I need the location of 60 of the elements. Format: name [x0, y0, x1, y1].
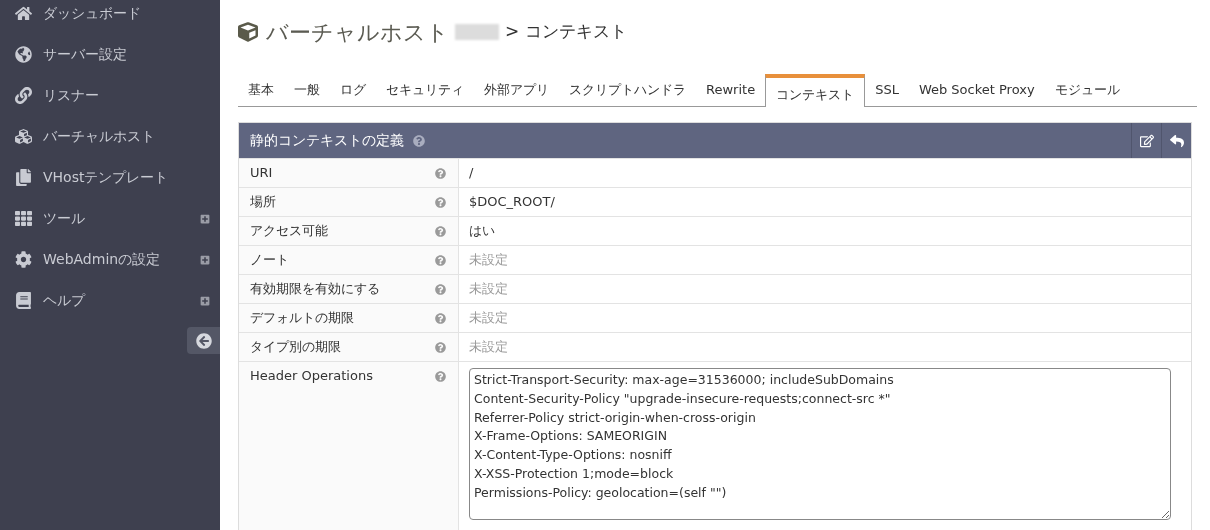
book-icon: [14, 292, 32, 309]
tab[interactable]: ログ: [330, 73, 376, 106]
tab[interactable]: スクリプトハンドラ: [559, 73, 696, 106]
field-label: タイプ別の期限: [250, 339, 341, 355]
settings-icon: [14, 251, 32, 268]
sidebar-item[interactable]: WebAdminの設定: [0, 239, 220, 280]
help-icon[interactable]: [435, 226, 446, 237]
help-icon[interactable]: [435, 168, 446, 179]
tab[interactable]: SSL: [865, 73, 909, 106]
expand-icon[interactable]: [200, 295, 210, 306]
sidebar-item[interactable]: VHostテンプレート: [0, 157, 220, 198]
help-icon[interactable]: [435, 313, 446, 324]
reply-arrow-icon: [1169, 133, 1184, 148]
cubes-icon: [14, 128, 32, 145]
sidebar-item[interactable]: ツール: [0, 198, 220, 239]
header-operations-field[interactable]: Strict-Transport-Security: max-age=31536000; includeSubDomains Content-Security-Policy "upgrade-insecure-requests;connect-src *" Referrer-Policy strict-origin-when-cross-origin X-Frame-Options: SAMEORIGIN X-Content-Type-Options: nosniff X-XSS-Protection 1;mode=block Permissions-Policy: geolocation=(self ""): [469, 368, 1171, 520]
tab[interactable]: 基本: [238, 73, 284, 106]
field-value: /: [469, 165, 474, 180]
sidebar-item[interactable]: ヘルプ: [0, 280, 220, 321]
home-icon: [14, 5, 32, 22]
tab[interactable]: モジュール: [1044, 73, 1130, 106]
panel-title: 静的コンテキストの定義: [250, 131, 404, 150]
sidebar-item[interactable]: ダッシュボード: [0, 0, 220, 34]
expand-icon[interactable]: [200, 213, 210, 224]
field-label: URI: [250, 165, 273, 181]
tab[interactable]: 一般: [284, 73, 330, 106]
expand-icon[interactable]: [200, 254, 210, 265]
grid-icon: [14, 210, 32, 227]
tab[interactable]: Rewrite: [696, 73, 766, 106]
globe-icon: [14, 46, 32, 63]
edit-icon: [1139, 133, 1154, 148]
page-title: バーチャルホスト: [266, 18, 449, 47]
chain-link-icon: [14, 87, 32, 104]
tab[interactable]: セキュリティ: [376, 73, 474, 106]
copy-icon: [14, 169, 32, 186]
sidebar-item[interactable]: バーチャルホスト: [0, 116, 220, 157]
tab[interactable]: 外部アプリ: [474, 73, 559, 106]
help-icon[interactable]: [435, 255, 446, 266]
field-label: アクセス可能: [250, 223, 328, 239]
cube-icon: [238, 22, 258, 42]
help-icon[interactable]: [435, 342, 446, 353]
help-icon[interactable]: [435, 371, 446, 382]
tab[interactable]: Web Socket Proxy: [908, 73, 1045, 106]
field-label: Header Operations: [250, 368, 373, 384]
field-label: デフォルトの期限: [250, 310, 354, 326]
arrow-left-icon: [195, 332, 212, 349]
collapse-sidebar-button[interactable]: [187, 327, 220, 354]
sidebar-item[interactable]: サーバー設定: [0, 34, 220, 75]
tab[interactable]: コンテキスト: [765, 74, 866, 107]
field-label: 場所: [250, 194, 276, 210]
field-label: 有効期限を有効にする: [250, 281, 380, 297]
help-icon[interactable]: [435, 197, 446, 208]
page-subtitle: > コンテキスト: [505, 20, 627, 44]
field-value: $DOC_ROOT/: [469, 194, 555, 209]
field-label: ノート: [250, 252, 289, 268]
sidebar-item[interactable]: リスナー: [0, 75, 220, 116]
help-icon[interactable]: [413, 134, 425, 147]
field-value: はい: [469, 223, 495, 238]
redacted-text-placeholder: [455, 24, 499, 40]
help-icon[interactable]: [435, 284, 446, 295]
